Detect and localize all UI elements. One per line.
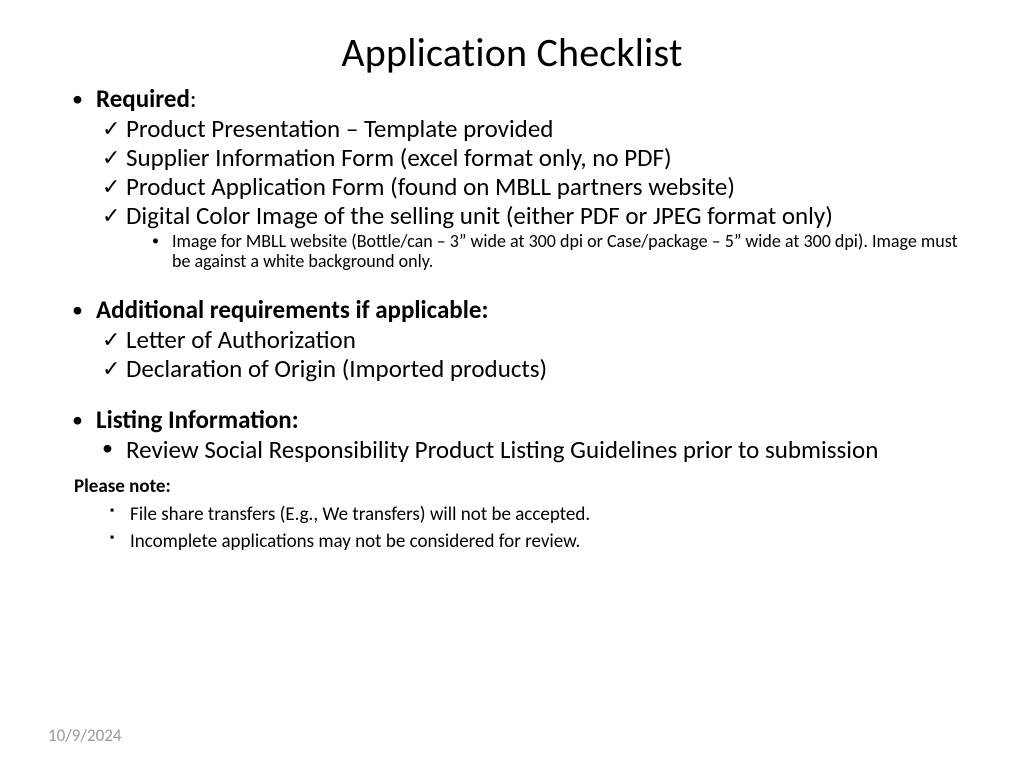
footer-date: 10/9/2024 <box>48 725 121 746</box>
note-heading: Please note: <box>60 477 964 498</box>
section-heading-additional: Additional requirements if applicable: <box>60 296 964 323</box>
section-heading-text: Listing Information: <box>96 404 299 435</box>
section-heading-listing: Listing Information: <box>60 406 964 433</box>
note-block: Please note: File share transfers (E.g.,… <box>60 477 964 554</box>
note-item: File share transfers (E.g., We transfers… <box>60 503 964 527</box>
check-item: Supplier Information Form (excel format … <box>60 144 964 171</box>
check-item: Product Application Form (found on MBLL … <box>60 173 964 200</box>
check-item: Digital Color Image of the selling unit … <box>60 202 964 229</box>
check-item: Letter of Authorization <box>60 326 964 353</box>
dot-item: Review Social Responsibility Product Lis… <box>60 436 964 463</box>
section-heading-tail: : <box>190 83 197 114</box>
check-item: Declaration of Origin (Imported products… <box>60 355 964 382</box>
section-heading-required: Required: <box>60 85 964 112</box>
section-heading-text: Additional requirements if applicable: <box>96 294 488 325</box>
sub-note: Image for MBLL website (Bottle/can – 3” … <box>60 232 964 272</box>
section-heading-text: Required <box>96 83 190 114</box>
note-item: Incomplete applications may not be consi… <box>60 530 964 554</box>
page-title: Application Checklist <box>60 28 964 77</box>
check-item: Product Presentation – Template provided <box>60 115 964 142</box>
slide: Application Checklist Required: Product … <box>0 0 1024 768</box>
body-content: Required: Product Presentation – Templat… <box>60 85 964 554</box>
